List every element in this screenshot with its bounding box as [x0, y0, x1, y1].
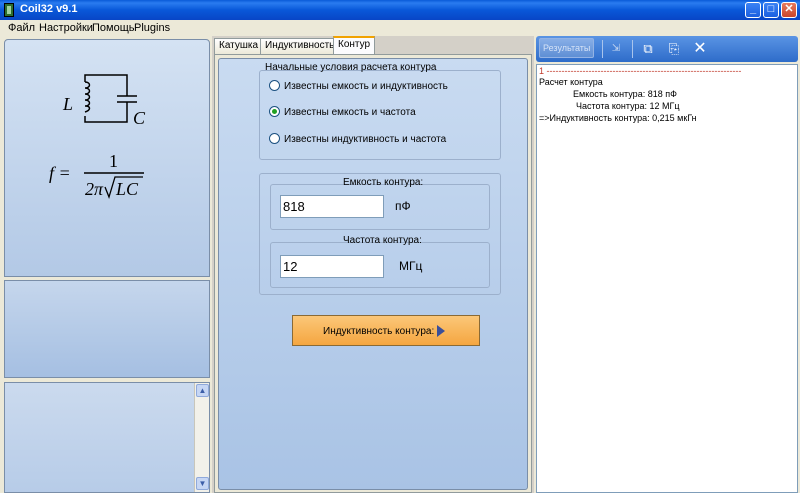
option-inductance-frequency[interactable]: Известны индуктивность и частота	[269, 133, 446, 145]
title-bar: Coil32 v9.1 _ □ ✕	[0, 0, 800, 20]
formula-denominator-prefix: 2π	[85, 179, 104, 199]
result-frequency: Частота контура: 12 МГц	[576, 101, 680, 111]
chevron-down-icon[interactable]: ▼	[196, 477, 209, 490]
frequency-input[interactable]	[280, 255, 384, 278]
formula-radicand: LC	[115, 179, 139, 199]
frequency-group: Частота контура: МГц	[270, 235, 490, 288]
circuit-tab-panel: Начальные условия расчета контура Извест…	[214, 54, 532, 493]
result-inductance: =>Индуктивность контура: 0,215 мкГн	[539, 113, 697, 123]
vertical-scrollbar[interactable]: ▲ ▼	[194, 383, 209, 492]
values-group: Емкость контура: пФ Частота контура: МГц	[259, 173, 501, 295]
option-label: Известны емкость и индуктивность	[284, 81, 448, 92]
minimize-button[interactable]: _	[745, 2, 761, 18]
frequency-label: Частота контура:	[343, 235, 422, 246]
option-capacitance-frequency[interactable]: Известны емкость и частота	[269, 106, 416, 118]
results-output[interactable]: 1 --------------------------------------…	[536, 64, 798, 493]
capacitance-unit: пФ	[395, 199, 411, 213]
window-title: Coil32 v9.1	[20, 3, 78, 15]
calculate-inductance-button[interactable]: Индуктивность контура:	[292, 315, 480, 346]
option-capacitance-inductance[interactable]: Известны емкость и индуктивность	[269, 80, 448, 92]
capacitance-group: Емкость контура: пФ	[270, 177, 490, 230]
formula-panel: L C f = 1 2π LC	[4, 39, 210, 277]
toolbar-separator	[602, 40, 603, 58]
close-button[interactable]: ✕	[781, 2, 797, 18]
radio-button[interactable]	[269, 80, 280, 91]
results-toolbar: Результаты ⇲ ⧉ ⎘ ✕	[536, 36, 798, 62]
save-icon[interactable]: ⎘	[666, 41, 682, 57]
frequency-unit: МГц	[399, 259, 423, 273]
menu-help[interactable]: Помощь	[92, 22, 135, 34]
info-panel	[4, 280, 210, 378]
formula-lhs: f =	[49, 163, 71, 183]
copy-icon[interactable]: ⧉	[640, 41, 656, 57]
capacitance-input[interactable]	[280, 195, 384, 218]
list-panel: ▲ ▼	[4, 382, 210, 493]
tab-coil[interactable]: Катушка	[214, 38, 264, 54]
lc-circuit-diagram	[84, 74, 137, 123]
option-label: Известны емкость и частота	[284, 107, 416, 118]
capacitor-label: C	[133, 108, 146, 128]
result-capacitance: Емкость контура: 818 пФ	[573, 89, 677, 99]
initial-conditions-title: Начальные условия расчета контура	[265, 62, 437, 73]
chevron-up-icon[interactable]: ▲	[196, 384, 209, 397]
tab-inductance[interactable]: Индуктивность	[260, 38, 340, 54]
toolbar-separator	[632, 40, 633, 58]
inductor-label: L	[62, 94, 73, 114]
result-heading: Расчет контура	[539, 77, 603, 87]
format-icon[interactable]: ⇲	[608, 41, 624, 57]
app-icon	[4, 3, 14, 17]
close-icon[interactable]: ✕	[692, 41, 708, 57]
circuit-form: Начальные условия расчета контура Извест…	[218, 58, 528, 490]
menu-bar: Файл Настройки Помощь Plugins	[0, 20, 800, 36]
tab-circuit[interactable]: Контур	[333, 36, 376, 55]
initial-conditions-group: Начальные условия расчета контура Извест…	[259, 62, 501, 160]
result-number: 1 --------------------------------------…	[539, 66, 742, 76]
left-panel: L C f = 1 2π LC ▲ ▼	[0, 36, 212, 493]
results-button[interactable]: Результаты	[539, 38, 595, 58]
play-icon	[437, 325, 445, 337]
formula-numerator: 1	[109, 151, 118, 171]
capacitance-label: Емкость контура:	[343, 177, 424, 188]
menu-plugins[interactable]: Plugins	[134, 22, 170, 34]
menu-file[interactable]: Файл	[8, 22, 35, 34]
radio-button-checked[interactable]	[269, 106, 280, 117]
option-label: Известны индуктивность и частота	[284, 134, 447, 145]
results-panel: Результаты ⇲ ⧉ ⎘ ✕ 1 -------------------…	[534, 36, 800, 493]
calculate-button-label: Индуктивность контура:	[323, 326, 435, 337]
lc-circuit-formula: L C f = 1 2π LC	[49, 74, 146, 199]
menu-settings[interactable]: Настройки	[39, 22, 93, 34]
radio-button[interactable]	[269, 133, 280, 144]
maximize-button[interactable]: □	[763, 2, 779, 18]
